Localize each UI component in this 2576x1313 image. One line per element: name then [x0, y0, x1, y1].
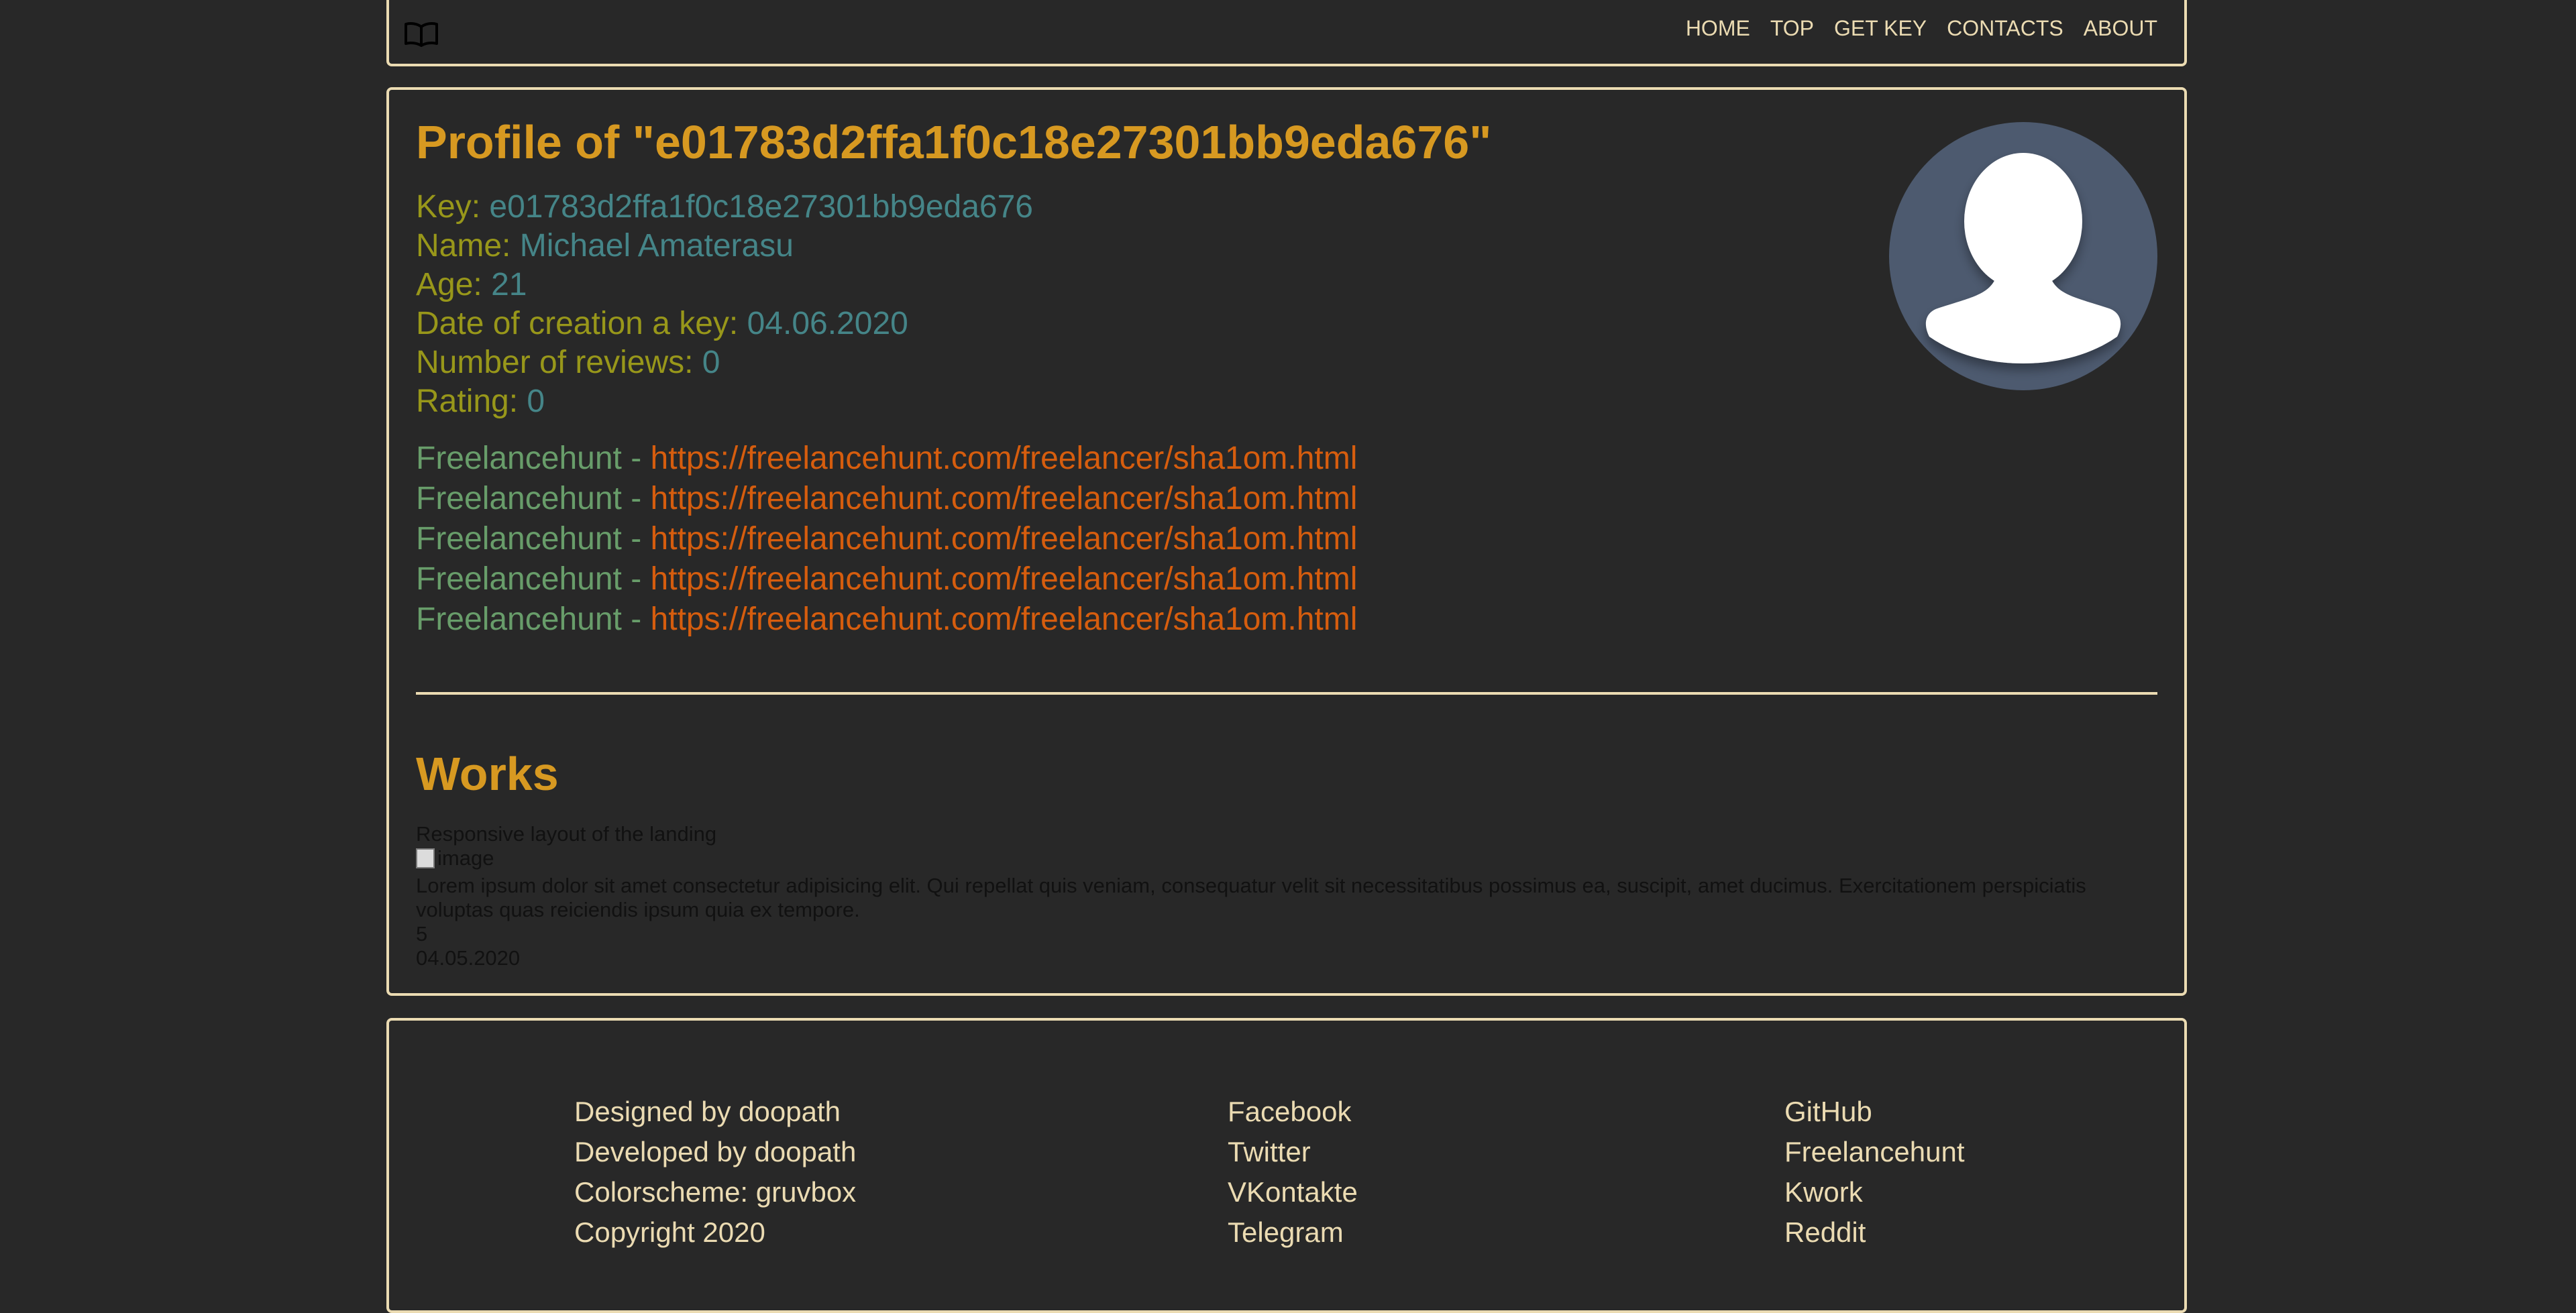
link-site: Freelancehunt -	[416, 521, 651, 557]
nav-top[interactable]: TOP	[1770, 16, 1814, 41]
link-url[interactable]: https://freelancehunt.com/freelancer/sha…	[651, 561, 1358, 597]
footer-link-facebook[interactable]: Facebook	[1228, 1092, 1358, 1132]
page-title: Profile of "e01783d2ffa1f0c18e27301bb9ed…	[416, 116, 1492, 168]
footer-link-vkontakte[interactable]: VKontakte	[1228, 1172, 1358, 1212]
info-value: 0	[702, 345, 720, 380]
footer-designed-by: Designed by doopath	[574, 1096, 841, 1127]
footer-link-reddit[interactable]: Reddit	[1784, 1212, 1965, 1253]
info-value: 0	[527, 384, 545, 419]
footer-platforms: GitHub Freelancehunt Kwork Reddit	[1784, 1092, 1965, 1253]
broken-image-icon	[416, 848, 435, 868]
footer-link-freelancehunt[interactable]: Freelancehunt	[1784, 1132, 1965, 1172]
profile-link-row: Freelancehunt - https://freelancehunt.co…	[416, 519, 1357, 559]
info-label: Age:	[416, 267, 492, 302]
info-value: 04.06.2020	[747, 306, 908, 341]
link-site: Freelancehunt -	[416, 561, 651, 597]
work-description: Lorem ipsum dolor sit amet consectetur a…	[416, 874, 2086, 921]
info-row-reviews: Number of reviews: 0	[416, 343, 1033, 382]
main-nav: HOME TOP GET KEY CONTACTS ABOUT	[1686, 16, 2157, 41]
link-url[interactable]: https://freelancehunt.com/freelancer/sha…	[651, 521, 1358, 557]
nav-get-key[interactable]: GET KEY	[1834, 16, 1927, 41]
link-site: Freelancehunt -	[416, 602, 651, 637]
footer-link-github[interactable]: GitHub	[1784, 1092, 1965, 1132]
nav-home[interactable]: HOME	[1686, 16, 1750, 41]
profile-info: Key: e01783d2ffa1f0c18e27301bb9eda676 Na…	[416, 188, 1033, 421]
info-label: Number of reviews:	[416, 345, 702, 380]
avatar	[1889, 122, 2157, 390]
info-label: Key:	[416, 189, 490, 225]
section-divider	[416, 692, 2157, 695]
info-label: Date of creation a key:	[416, 306, 747, 341]
works-title: Works	[416, 748, 559, 800]
footer-link-twitter[interactable]: Twitter	[1228, 1132, 1358, 1172]
info-label: Name:	[416, 228, 520, 264]
link-site: Freelancehunt -	[416, 481, 651, 516]
info-value: e01783d2ffa1f0c18e27301bb9eda676	[489, 189, 1033, 225]
profile-link-row: Freelancehunt - https://freelancehunt.co…	[416, 479, 1357, 519]
profile-links: Freelancehunt - https://freelancehunt.co…	[416, 439, 1357, 640]
footer-link-telegram[interactable]: Telegram	[1228, 1212, 1358, 1253]
info-row-name: Name: Michael Amaterasu	[416, 227, 1033, 266]
work-item: Responsive layout of the landing image L…	[416, 822, 2157, 970]
work-image: image	[416, 846, 494, 870]
footer-link-kwork[interactable]: Kwork	[1784, 1172, 1965, 1212]
footer-colorscheme: Colorscheme: gruvbox	[574, 1176, 857, 1208]
footer-social: Facebook Twitter VKontakte Telegram	[1228, 1092, 1358, 1253]
info-value: 21	[491, 267, 527, 302]
link-site: Freelancehunt -	[416, 441, 651, 476]
open-book-icon[interactable]	[404, 21, 439, 47]
header: HOME TOP GET KEY CONTACTS ABOUT	[386, 0, 2187, 66]
info-row-rating: Rating: 0	[416, 382, 1033, 421]
link-url[interactable]: https://freelancehunt.com/freelancer/sha…	[651, 441, 1358, 476]
profile-link-row: Freelancehunt - https://freelancehunt.co…	[416, 559, 1357, 600]
info-label: Rating:	[416, 384, 527, 419]
work-rating: 5	[416, 922, 428, 946]
info-row-age: Age: 21	[416, 266, 1033, 304]
work-date: 04.05.2020	[416, 946, 521, 970]
footer: Designed by doopath Developed by doopath…	[386, 1018, 2187, 1313]
link-url[interactable]: https://freelancehunt.com/freelancer/sha…	[651, 602, 1358, 637]
link-url[interactable]: https://freelancehunt.com/freelancer/sha…	[651, 481, 1358, 516]
profile-link-row: Freelancehunt - https://freelancehunt.co…	[416, 439, 1357, 479]
info-row-date: Date of creation a key: 04.06.2020	[416, 304, 1033, 343]
info-row-key: Key: e01783d2ffa1f0c18e27301bb9eda676	[416, 188, 1033, 227]
nav-about[interactable]: ABOUT	[2084, 16, 2157, 41]
work-name: Responsive layout of the landing	[416, 822, 717, 846]
info-value: Michael Amaterasu	[519, 228, 794, 264]
profile-card: Profile of "e01783d2ffa1f0c18e27301bb9ed…	[386, 87, 2187, 996]
user-silhouette-icon	[1925, 153, 2121, 363]
profile-link-row: Freelancehunt - https://freelancehunt.co…	[416, 600, 1357, 640]
footer-credits: Designed by doopath Developed by doopath…	[574, 1092, 856, 1253]
footer-developed-by: Developed by doopath	[574, 1136, 857, 1167]
footer-copyright: Copyright 2020	[574, 1216, 765, 1248]
work-image-alt: image	[437, 846, 494, 870]
nav-contacts[interactable]: CONTACTS	[1947, 16, 2063, 41]
